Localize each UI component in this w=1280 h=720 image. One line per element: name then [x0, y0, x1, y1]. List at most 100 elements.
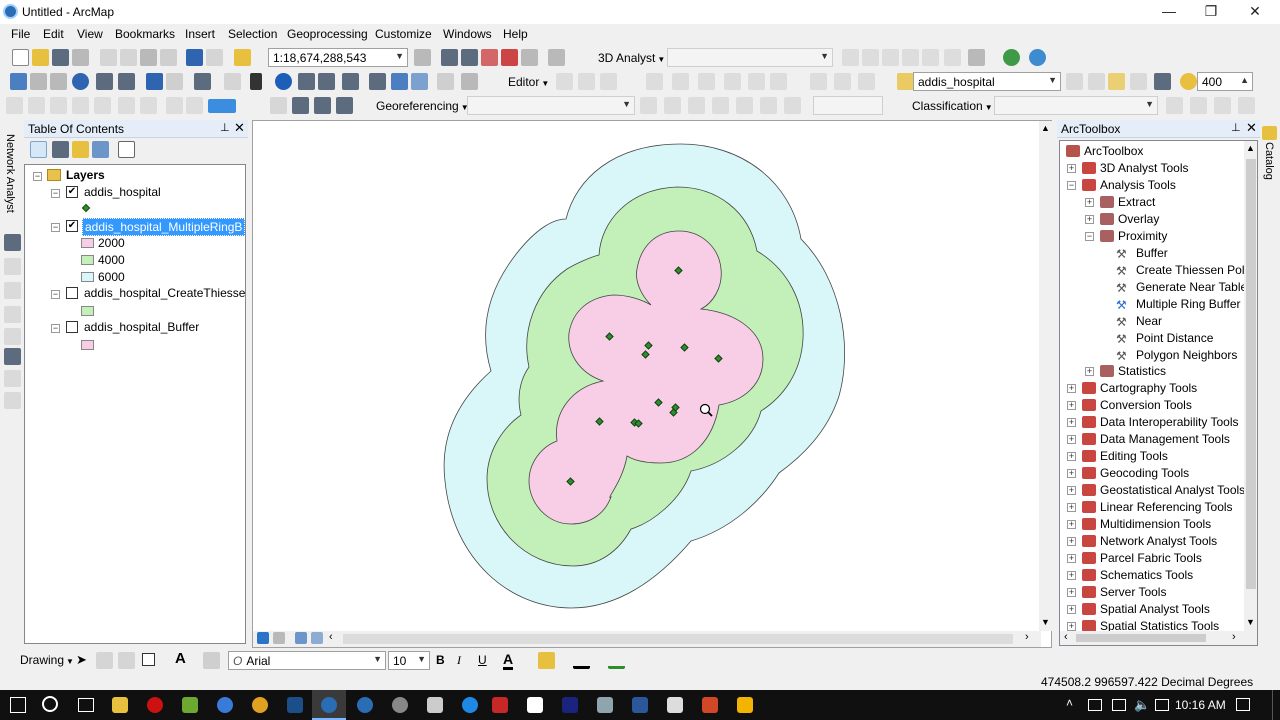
- strip-icon-5[interactable]: [4, 348, 21, 365]
- media-player-icon[interactable]: [737, 697, 753, 713]
- list-by-visibility-icon[interactable]: [72, 141, 89, 158]
- 3d-analyst-layer-combo[interactable]: ▼: [667, 48, 833, 67]
- model-builder-icon[interactable]: [548, 49, 565, 66]
- taskbar-app-icon[interactable]: [667, 697, 683, 713]
- search-window-icon[interactable]: [481, 49, 498, 66]
- taskbar-app-icon[interactable]: [562, 697, 578, 713]
- undo-icon[interactable]: [186, 49, 203, 66]
- menu-geoprocessing[interactable]: Geoprocessing: [287, 27, 368, 41]
- rotate-element-icon[interactable]: [96, 652, 113, 669]
- zoom-to-selected-link-icon[interactable]: [736, 97, 753, 114]
- layers-root-label[interactable]: Layers: [66, 168, 105, 182]
- rotation-value-field[interactable]: [813, 96, 883, 115]
- clear-selection-icon[interactable]: [224, 73, 241, 90]
- show-hidden-icons-chevron-icon[interactable]: ˄: [1066, 696, 1073, 710]
- split-icon[interactable]: [724, 73, 741, 90]
- shift-raster-icon[interactable]: [664, 97, 681, 114]
- tool-point-distance[interactable]: Point Distance: [1136, 331, 1213, 345]
- marker-color-icon[interactable]: [608, 652, 625, 669]
- change-layout-icon[interactable]: [314, 97, 331, 114]
- toolbox-analysis[interactable]: Analysis Tools: [1100, 178, 1176, 192]
- search-icon[interactable]: [42, 696, 58, 712]
- zoom-100-icon[interactable]: [94, 97, 111, 114]
- chrome-browser-icon[interactable]: [252, 697, 268, 713]
- catalog-tab[interactable]: Catalog: [1263, 142, 1275, 180]
- minimize-button[interactable]: —: [1154, 2, 1184, 22]
- layer-combo[interactable]: addis_hospital ▼: [913, 72, 1061, 91]
- scroll-down-icon[interactable]: ▼: [1041, 617, 1050, 627]
- toolbox-editing[interactable]: Editing Tools: [1100, 449, 1168, 463]
- taskbar-app-icon[interactable]: [527, 697, 543, 713]
- zoom-value-spinner[interactable]: 400 ▲: [1197, 72, 1253, 91]
- select-features-icon[interactable]: [194, 73, 211, 90]
- swipe-icon[interactable]: [1066, 73, 1083, 90]
- rotation-icon[interactable]: [784, 97, 801, 114]
- arctoolbox-vertical-scrollbar[interactable]: ▲ ▼: [1244, 141, 1257, 631]
- close-icon[interactable]: ✕: [1246, 120, 1257, 136]
- zoom-percent-swatch[interactable]: [208, 99, 236, 113]
- add-control-points-icon[interactable]: [688, 97, 705, 114]
- line-of-sight-icon[interactable]: [882, 49, 899, 66]
- edit-sketch-icon[interactable]: [858, 73, 875, 90]
- georeferencing-menu[interactable]: Georeferencing ▼: [376, 99, 469, 113]
- toolbox-schematics[interactable]: Schematics Tools: [1100, 568, 1193, 582]
- font-combo[interactable]: O Arial ▼: [228, 651, 386, 670]
- edit-vertices-icon[interactable]: [646, 73, 663, 90]
- layer-name-addis-hospital[interactable]: addis_hospital: [84, 185, 161, 199]
- edit-tool-icon[interactable]: [556, 73, 573, 90]
- cut-icon[interactable]: [100, 49, 117, 66]
- new-text-icon[interactable]: A: [175, 650, 186, 667]
- toolset-overlay[interactable]: Overlay: [1118, 212, 1159, 226]
- taskbar-app-icon[interactable]: [427, 697, 443, 713]
- taskbar-app-icon[interactable]: [287, 697, 303, 713]
- delete-icon[interactable]: [160, 49, 177, 66]
- menu-help[interactable]: Help: [503, 27, 528, 41]
- pin-icon[interactable]: ⊥: [1231, 121, 1241, 134]
- measure-icon[interactable]: [342, 73, 359, 90]
- toolset-extract[interactable]: Extract: [1118, 195, 1155, 209]
- tool-polygon-neighbors[interactable]: Polygon Neighbors: [1136, 348, 1237, 362]
- tool-near[interactable]: Near: [1136, 314, 1162, 328]
- toolset-proximity[interactable]: Proximity: [1118, 229, 1167, 243]
- scroll-left-icon[interactable]: ‹: [1064, 631, 1068, 643]
- expand-icon[interactable]: +: [1085, 367, 1094, 376]
- menu-windows[interactable]: Windows: [443, 27, 492, 41]
- strip-icon-7[interactable]: [4, 392, 21, 409]
- data-driven-pages-icon[interactable]: [336, 97, 353, 114]
- list-by-drawing-order-icon[interactable]: [30, 141, 47, 158]
- expand-icon[interactable]: +: [1067, 503, 1076, 512]
- menu-bookmarks[interactable]: Bookmarks: [115, 27, 175, 41]
- toolbox-data-management[interactable]: Data Management Tools: [1100, 432, 1230, 446]
- expand-icon[interactable]: +: [1067, 554, 1076, 563]
- list-by-selection-icon[interactable]: [92, 141, 109, 158]
- classification-icon-3[interactable]: [1214, 97, 1231, 114]
- toolbox-data-interoperability[interactable]: Data Interoperability Tools: [1100, 415, 1239, 429]
- save-icon[interactable]: [52, 49, 69, 66]
- rotate-icon[interactable]: [748, 73, 765, 90]
- 3d-analyst-menu[interactable]: 3D Analyst ▼: [598, 51, 665, 65]
- input-language-icon[interactable]: [1155, 699, 1169, 711]
- toolbox-3d-analyst[interactable]: 3D Analyst Tools: [1100, 161, 1189, 175]
- bold-button[interactable]: B: [436, 653, 445, 667]
- new-document-icon[interactable]: [12, 49, 29, 66]
- catalog-window-icon[interactable]: [461, 49, 478, 66]
- word-icon[interactable]: [632, 697, 648, 713]
- scroll-right-icon[interactable]: ›: [1025, 631, 1029, 643]
- identify-icon[interactable]: [275, 73, 292, 90]
- pin-icon[interactable]: ⊥: [220, 121, 230, 134]
- line-color-icon[interactable]: [573, 652, 590, 669]
- menu-edit[interactable]: Edit: [43, 27, 64, 41]
- select-link-icon[interactable]: [712, 97, 729, 114]
- toolbox-network-analyst[interactable]: Network Analyst Tools: [1100, 534, 1217, 548]
- zoom-out-icon[interactable]: [30, 73, 47, 90]
- zoom-in-icon[interactable]: [10, 73, 27, 90]
- tool-multiple-ring-buffer[interactable]: Multiple Ring Buffer: [1136, 297, 1241, 311]
- action-center-icon[interactable]: [1236, 698, 1250, 711]
- pause-drawing-icon[interactable]: [311, 632, 323, 644]
- toolbox-multidimension[interactable]: Multidimension Tools: [1100, 517, 1211, 531]
- paste-icon[interactable]: [140, 49, 157, 66]
- scroll-left-icon[interactable]: ‹: [329, 631, 333, 643]
- layout-view-icon[interactable]: [273, 632, 285, 644]
- arcscene-icon[interactable]: [1029, 49, 1046, 66]
- start-windows-icon[interactable]: [10, 697, 26, 713]
